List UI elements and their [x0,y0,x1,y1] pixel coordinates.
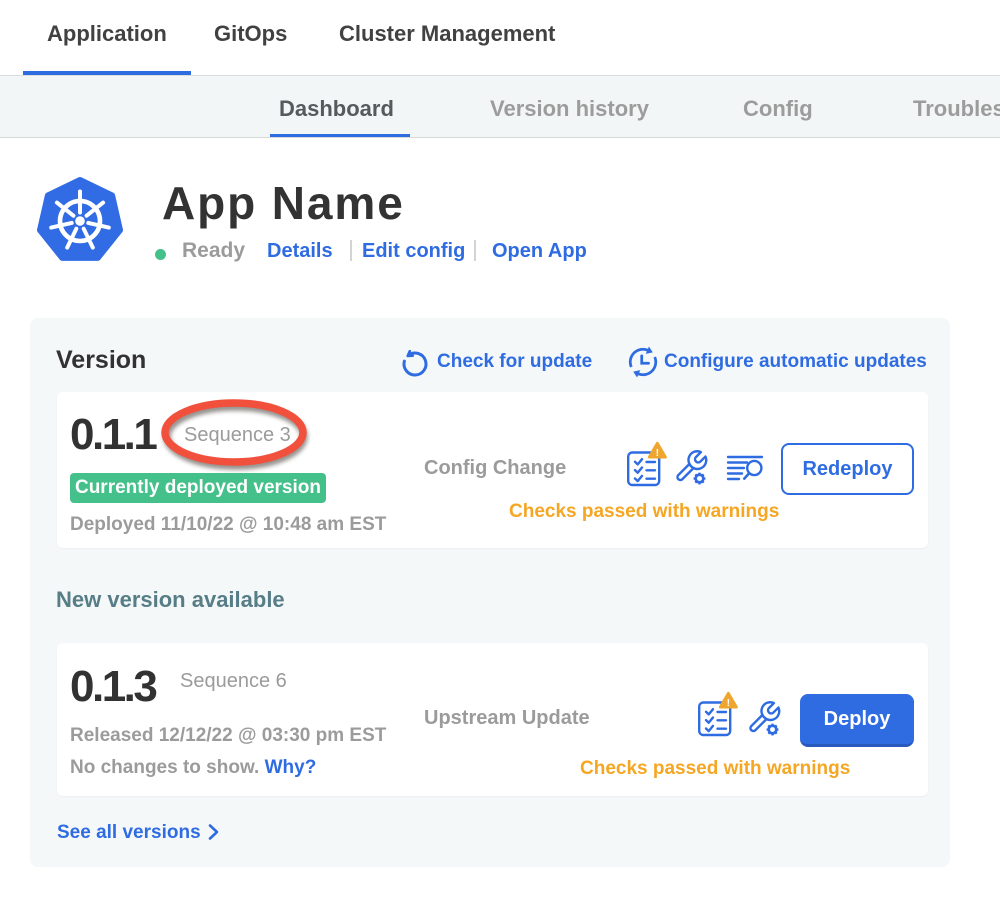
svg-text:!: ! [656,447,660,459]
svg-text:!: ! [727,697,731,709]
